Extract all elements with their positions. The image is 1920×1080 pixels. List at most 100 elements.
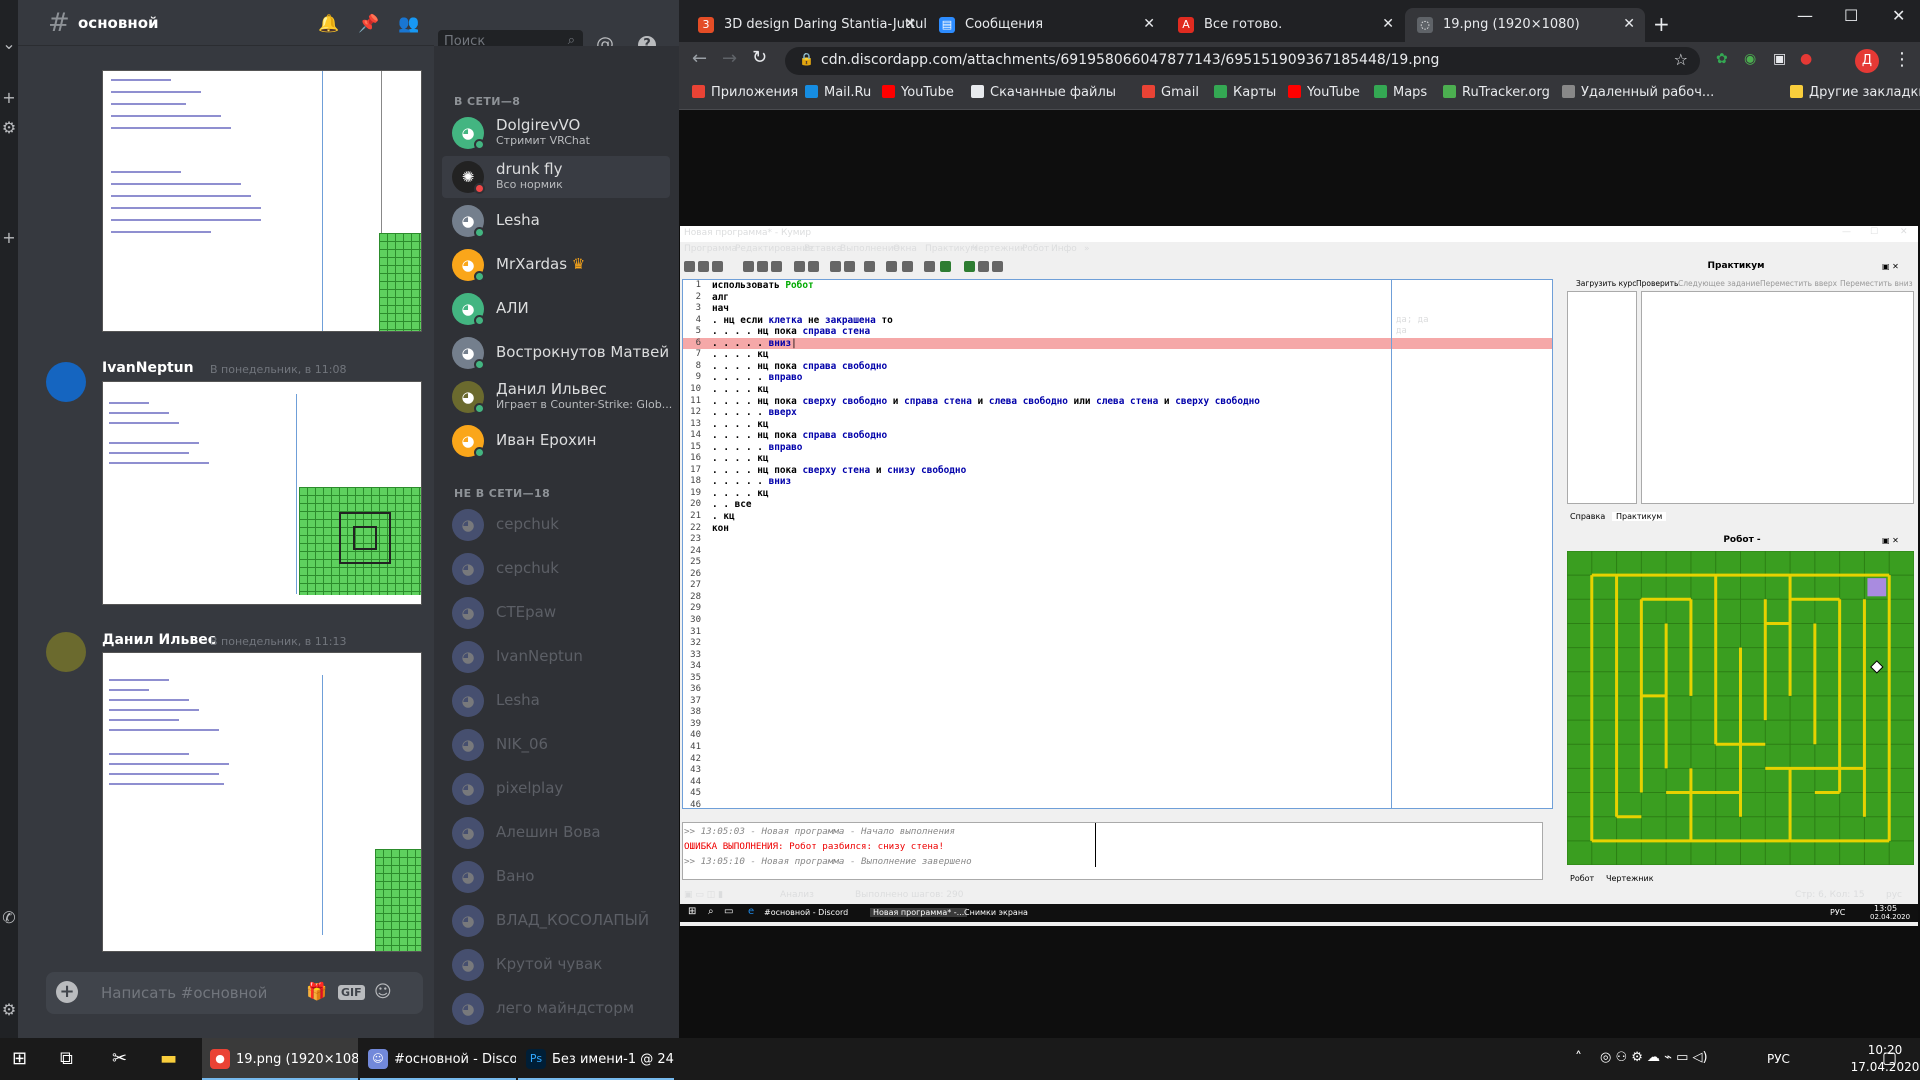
disconnect-icon[interactable]: ✆ [0,908,18,927]
toolbar-icon[interactable] [757,261,768,272]
taskbar-app[interactable]: ☺#основной - Discord [360,1038,516,1080]
lock-icon[interactable]: 🔒 [799,52,814,66]
member-item[interactable]: ◕ лего майндсторм [442,988,670,1030]
tab-help[interactable]: Справка [1570,512,1605,521]
other-bookmarks[interactable]: Другие закладки [1790,85,1920,100]
members-icon[interactable]: 👥 [398,14,419,34]
load-course-button[interactable]: Загрузить курс [1576,279,1636,288]
message-author[interactable]: IvanNeptun [102,360,194,376]
check-button[interactable]: Проверить [1636,279,1678,288]
toolbar-icon[interactable] [964,261,975,272]
member-item[interactable]: ◕ Lesha [442,680,670,722]
member-item[interactable]: ◕ Вострокнутов Матвей [442,332,670,374]
forward-icon[interactable]: → [722,48,737,69]
maximize-icon[interactable]: ☐ [1844,6,1858,25]
reload-icon[interactable]: ↻ [752,47,767,68]
kumir-menu-item[interactable]: Окна [893,244,917,254]
tab-robot[interactable]: Робот [1570,874,1594,883]
minimize-icon[interactable]: — [1842,227,1851,237]
address-bar[interactable]: 🔒 cdn.discordapp.com/attachments/6919580… [785,47,1700,75]
gear-icon[interactable]: ⚙ [0,1000,18,1019]
chevron-down-icon[interactable]: ⌄ [0,34,18,53]
bookmark-item[interactable]: Mail.Ru [805,85,871,100]
tab-drawer[interactable]: Чертежник [1606,874,1654,883]
add-icon[interactable]: + [0,88,18,107]
message-input[interactable]: + Написать #основной 🎁 GIF ☺ [46,972,423,1014]
kumir-menu-item[interactable]: Редактирование [735,244,814,254]
extension-icon[interactable]: ◉ [1744,51,1756,67]
avatar[interactable] [46,632,86,672]
bookmark-item[interactable]: YouTube [882,85,954,100]
start-icon[interactable]: ⊞ [12,1048,27,1069]
bookmark-item[interactable]: Карты [1214,85,1276,100]
course-tree[interactable] [1567,291,1637,504]
kumir-menu-item[interactable]: Робот [1022,244,1049,254]
toolbar-icon[interactable] [712,261,723,272]
kumir-menu-item[interactable]: Практикум [925,244,977,254]
kumir-menu-item[interactable]: Выполнение [840,244,899,254]
bookmark-item[interactable]: YouTube [1288,85,1360,100]
kumir-menu-item[interactable]: Инфо [1051,244,1077,254]
add-icon[interactable]: + [0,228,18,247]
attachment-image[interactable] [102,381,422,605]
tab[interactable]: A Все готово. ✕ [1166,8,1404,42]
toolbar-icon[interactable] [743,261,754,272]
minimize-icon[interactable]: — [1797,6,1813,25]
extension-icon[interactable]: ✿ [1716,51,1728,67]
member-item[interactable]: ◕ Крутой чувак [442,944,670,986]
toolbar-icon[interactable] [864,261,875,272]
toolbar-icon[interactable] [808,261,819,272]
member-item[interactable]: ◕ IvanNeptun [442,636,670,678]
toolbar-icon[interactable] [830,261,841,272]
chevron-up-icon[interactable]: ˄ [1575,1050,1582,1066]
task-view-icon[interactable]: ⧉ [60,1048,73,1069]
move-down-button[interactable]: Переместить вниз [1840,279,1913,288]
toolbar-icon[interactable] [698,261,709,272]
close-icon[interactable]: ✕ [1623,16,1635,32]
member-item[interactable]: ◕ MrXardas ♛ [442,244,670,286]
float-icon[interactable]: ▣ ✕ [1882,536,1899,545]
toolbar-icon[interactable] [794,261,805,272]
back-icon[interactable]: ← [692,48,707,69]
extension-icon[interactable]: ▣ [1773,51,1786,67]
toolbar-icon[interactable] [844,261,855,272]
bookmark-item[interactable]: Gmail [1142,85,1199,100]
attachment-image[interactable] [102,70,422,332]
message-author[interactable]: Данил Ильвес [102,632,216,648]
pin-icon[interactable]: 📌 [358,14,379,34]
attachment-image[interactable] [102,652,422,952]
member-item[interactable]: ◕ CTEpaw [442,592,670,634]
close-icon[interactable]: ✕ [904,16,916,32]
upload-icon[interactable]: + [56,981,78,1003]
avatar[interactable] [46,362,86,402]
notification-icon[interactable]: ▢ [1882,1048,1897,1067]
member-item[interactable]: ◕ Иван Ерохин [442,420,670,462]
toolbar-icon[interactable] [886,261,897,272]
profile-avatar[interactable]: Д [1855,49,1879,73]
toolbar-icon[interactable] [902,261,913,272]
toolbar-icon[interactable] [771,261,782,272]
toolbar-icon[interactable] [684,261,695,272]
taskbar-app[interactable]: ●19.png (1920×1080)... [202,1038,358,1080]
member-item[interactable]: ✺ drunk fly Всо нормик [442,156,670,198]
tray-icons[interactable]: ◎ ⚇ ⚙ ☁ ⌁ ▭ ◁) [1600,1050,1708,1065]
kumir-menu-item[interactable]: Программа [684,244,737,254]
menu-icon[interactable]: ⋮ [1893,49,1911,70]
emoji-icon[interactable]: ☺ [374,982,392,1002]
float-icon[interactable]: ▣ ✕ [1882,262,1899,271]
kumir-menu-item[interactable]: » [1084,244,1090,254]
bookmark-item[interactable]: Удаленный рабоч... [1562,85,1714,100]
bookmark-item[interactable]: Скачанные файлы [971,85,1116,100]
tab-active[interactable]: ◌ 19.png (1920×1080) ✕ [1405,8,1645,42]
toolbar-icon[interactable] [924,261,935,272]
member-item[interactable]: ◕ cepchuk [442,504,670,546]
close-icon[interactable]: ✕ [1892,6,1905,25]
tab[interactable]: 3 3D design Daring Stantia-Juttuli ✕ [686,8,926,42]
taskbar-app[interactable]: PsБез имени-1 @ 245... [518,1038,674,1080]
tab[interactable]: ▤ Сообщения ✕ [927,8,1165,42]
member-item[interactable]: ◕ cepchuk [442,548,670,590]
move-up-button[interactable]: Переместить вверх [1760,279,1837,288]
extension-icon[interactable]: ● [1800,51,1812,67]
close-icon[interactable]: ✕ [1900,227,1908,237]
maximize-icon[interactable]: ☐ [1870,227,1878,237]
